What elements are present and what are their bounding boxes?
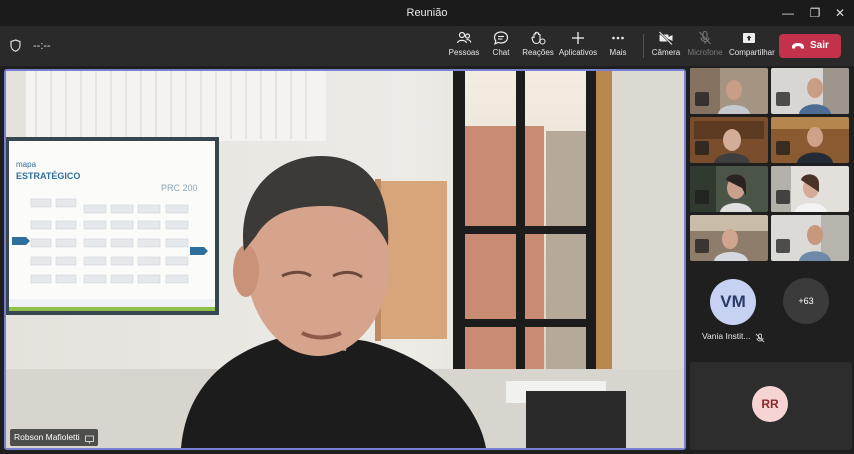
more-label: Mais (609, 48, 627, 57)
participant-tile-rr[interactable]: RR (690, 362, 852, 450)
people-button[interactable]: Pessoas (444, 30, 484, 64)
participant-video-tile[interactable] (690, 215, 768, 261)
apps-button[interactable]: Aplicativos (558, 30, 598, 64)
maximize-icon[interactable]: ❐ (805, 4, 825, 22)
share-icon (743, 33, 755, 43)
more-participants-button[interactable]: +63 (783, 278, 829, 324)
board-title-1: mapa (16, 160, 37, 169)
participant-video-tile[interactable] (690, 117, 768, 163)
meeting-toolbar: --:-- Pessoas Chat Reações Aplicativos M… (0, 26, 854, 66)
reactions-button[interactable]: Reações (518, 30, 558, 64)
window-title: Reunião (406, 7, 448, 19)
more-icon (612, 36, 624, 40)
title-bar: Reunião — ❐ ✕ (0, 0, 854, 26)
participant-video-tile[interactable] (771, 117, 849, 163)
microphone-off-icon (699, 30, 711, 45)
board-logo: PRC 200 (161, 183, 198, 193)
more-button[interactable]: Mais (598, 30, 638, 64)
phone-hangup-icon (792, 43, 804, 49)
participant-avatar-vm[interactable]: VM (710, 279, 756, 325)
camera-label: Câmera (651, 48, 681, 57)
muted-mic-icon (695, 190, 709, 204)
muted-mic-icon (776, 190, 790, 204)
reactions-label: Reações (522, 48, 554, 57)
apps-label: Aplicativos (558, 48, 598, 57)
reactions-icon (531, 31, 546, 45)
camera-off-icon (658, 31, 673, 46)
main-video-stage[interactable]: mapa ESTRATÉGICO PRC 200 Robson Mafiolet… (4, 69, 686, 450)
microphone-button[interactable]: Microfone (685, 30, 725, 64)
microphone-label: Microfone (687, 48, 723, 57)
speaker-video: mapa ESTRATÉGICO PRC 200 (6, 71, 684, 448)
leave-button[interactable]: Sair (779, 34, 841, 58)
board-title-2: ESTRATÉGICO (16, 171, 80, 181)
participant-video-tile[interactable] (771, 68, 849, 114)
chat-icon (493, 31, 509, 45)
speaker-name-tag: Robson Mafioletti (10, 429, 98, 446)
muted-mic-icon (776, 92, 790, 106)
chat-label: Chat (492, 48, 510, 57)
muted-mic-icon (695, 239, 709, 253)
participant-video-tile[interactable] (690, 68, 768, 114)
participant-video-tile[interactable] (690, 166, 768, 212)
muted-mic-icon (776, 239, 790, 253)
speaker-name: Robson Mafioletti (14, 432, 80, 442)
camera-button[interactable]: Câmera (646, 30, 686, 64)
muted-mic-icon (776, 141, 790, 155)
people-label: Pessoas (448, 48, 480, 57)
participant-name-vm: Vania Instit... (702, 331, 751, 341)
participant-avatar-rr: RR (752, 386, 788, 422)
plus-icon (572, 32, 584, 44)
minimize-icon[interactable]: — (778, 4, 798, 22)
share-button[interactable]: Compartilhar (729, 30, 775, 64)
participants-panel: VM Vania Instit... +63 RR (688, 66, 854, 454)
muted-mic-icon (695, 141, 709, 155)
leave-label: Sair (810, 40, 829, 51)
toolbar-divider (643, 34, 644, 58)
muted-mic-icon (695, 92, 709, 106)
muted-mic-icon (755, 330, 765, 348)
screen-share-icon (84, 433, 94, 448)
participant-video-tile[interactable] (771, 166, 849, 212)
chat-button[interactable]: Chat (481, 30, 521, 64)
close-icon[interactable]: ✕ (830, 4, 850, 22)
people-icon (456, 31, 472, 44)
share-label: Compartilhar (729, 48, 775, 57)
shield-icon (10, 39, 21, 57)
participant-video-tile[interactable] (771, 215, 849, 261)
meeting-timer: --:-- (33, 40, 51, 52)
